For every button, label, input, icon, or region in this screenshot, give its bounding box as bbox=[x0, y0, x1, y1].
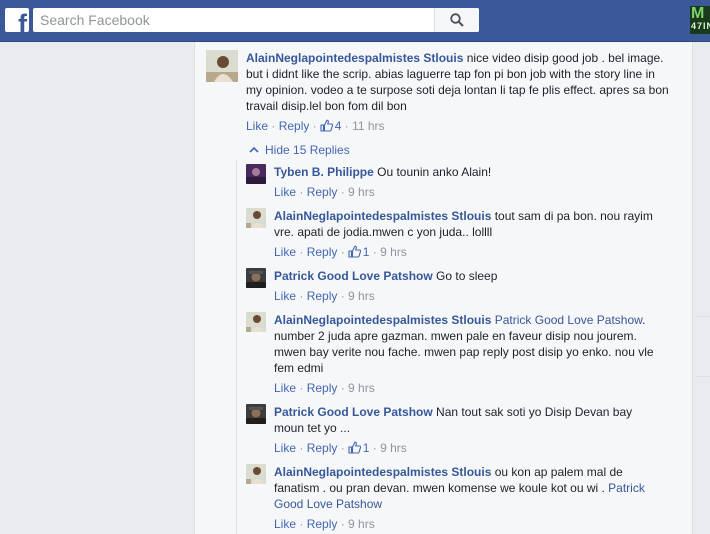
reply-actions: Like · Reply · 1 · 9 hrs bbox=[274, 441, 407, 455]
reply-actions: Like · Reply · 9 hrs bbox=[274, 381, 375, 395]
timestamp[interactable]: 9 hrs bbox=[348, 381, 375, 395]
reply-link[interactable]: Reply bbox=[307, 185, 338, 199]
reply-author[interactable]: Patrick Good Love Patshow bbox=[274, 405, 433, 419]
timestamp[interactable]: 9 hrs bbox=[380, 441, 407, 455]
reply-text: Tyben B. Philippe Ou tounin anko Alain! bbox=[274, 165, 492, 179]
reply-link[interactable]: Reply bbox=[307, 289, 338, 303]
reply-thread-line bbox=[236, 160, 237, 534]
thumbs-up-icon bbox=[348, 441, 361, 454]
reply-text: Patrick Good Love Patshow Nan tout sak s… bbox=[274, 405, 633, 435]
avatar[interactable] bbox=[246, 312, 266, 332]
mention-link[interactable]: Patrick bbox=[608, 481, 645, 495]
reply-author[interactable]: AlainNeglapointedespalmistes Stlouis bbox=[274, 209, 491, 223]
like-link[interactable]: Like bbox=[274, 289, 296, 303]
reply-actions: Like · Reply · 9 hrs bbox=[274, 289, 375, 303]
chevron-up-icon bbox=[249, 146, 259, 153]
like-count[interactable]: 4 bbox=[335, 119, 342, 133]
comment-text: AlainNeglapointedespalmistes Stlouis nic… bbox=[246, 51, 669, 113]
reply-link[interactable]: Reply bbox=[307, 441, 338, 455]
timestamp[interactable]: 9 hrs bbox=[348, 517, 375, 531]
mention-link[interactable]: Patrick Good Love Patshow bbox=[491, 313, 642, 327]
timestamp[interactable]: 9 hrs bbox=[380, 245, 407, 259]
divider bbox=[696, 316, 710, 317]
search-bar bbox=[33, 8, 479, 32]
comments-panel bbox=[194, 42, 693, 534]
search-input[interactable] bbox=[33, 9, 434, 31]
like-link[interactable]: Like bbox=[274, 441, 296, 455]
reply-author[interactable]: AlainNeglapointedespalmistes Stlouis bbox=[274, 313, 491, 327]
like-link[interactable]: Like bbox=[274, 245, 296, 259]
reply-actions: Like · Reply · 9 hrs bbox=[274, 517, 375, 531]
reply-text: AlainNeglapointedespalmistes Stlouis Pat… bbox=[274, 313, 654, 375]
reply-text: AlainNeglapointedespalmistes Stlouis tou… bbox=[274, 209, 653, 239]
search-button[interactable] bbox=[434, 8, 479, 32]
timestamp[interactable]: 9 hrs bbox=[348, 289, 375, 303]
avatar[interactable] bbox=[246, 464, 266, 484]
avatar[interactable] bbox=[246, 164, 266, 184]
avatar[interactable] bbox=[206, 50, 238, 82]
like-count[interactable]: 1 bbox=[363, 245, 370, 259]
hide-replies-link[interactable]: Hide 15 Replies bbox=[249, 142, 350, 158]
reply-link[interactable]: Reply bbox=[279, 119, 310, 133]
search-icon bbox=[450, 13, 464, 27]
facebook-logo-icon[interactable]: f bbox=[5, 8, 29, 32]
app-badge-icon[interactable]: M 47IN bbox=[690, 6, 710, 34]
divider bbox=[696, 376, 710, 377]
comment-actions: Like · Reply · 4 · 11 hrs bbox=[246, 119, 385, 133]
reply-actions: Like · Reply · 9 hrs bbox=[274, 185, 375, 199]
reply-author[interactable]: Tyben B. Philippe bbox=[274, 165, 374, 179]
top-bar: f M 47IN bbox=[0, 0, 710, 42]
reply-text: AlainNeglapointedespalmistes Stlouis ou … bbox=[274, 465, 645, 511]
reply-author[interactable]: Patrick Good Love Patshow bbox=[274, 269, 433, 283]
like-link[interactable]: Like bbox=[246, 119, 268, 133]
reply-link[interactable]: Reply bbox=[307, 517, 338, 531]
like-link[interactable]: Like bbox=[274, 185, 296, 199]
timestamp[interactable]: 9 hrs bbox=[348, 185, 375, 199]
like-count[interactable]: 1 bbox=[363, 441, 370, 455]
avatar[interactable] bbox=[246, 208, 266, 228]
avatar[interactable] bbox=[246, 268, 266, 288]
thumbs-up-icon bbox=[320, 119, 333, 132]
mention-link[interactable]: Good Love Patshow bbox=[274, 497, 382, 511]
like-link[interactable]: Like bbox=[274, 381, 296, 395]
thumbs-up-icon bbox=[348, 245, 361, 258]
reply-link[interactable]: Reply bbox=[307, 381, 338, 395]
reply-author[interactable]: AlainNeglapointedespalmistes Stlouis bbox=[274, 465, 491, 479]
reply-link[interactable]: Reply bbox=[307, 245, 338, 259]
timestamp[interactable]: 11 hrs bbox=[352, 119, 384, 133]
reply-text: Patrick Good Love Patshow Go to sleep bbox=[274, 269, 498, 283]
comment-author[interactable]: AlainNeglapointedespalmistes Stlouis bbox=[246, 51, 463, 65]
avatar[interactable] bbox=[246, 404, 266, 424]
like-link[interactable]: Like bbox=[274, 517, 296, 531]
reply-actions: Like · Reply · 1 · 9 hrs bbox=[274, 245, 407, 259]
